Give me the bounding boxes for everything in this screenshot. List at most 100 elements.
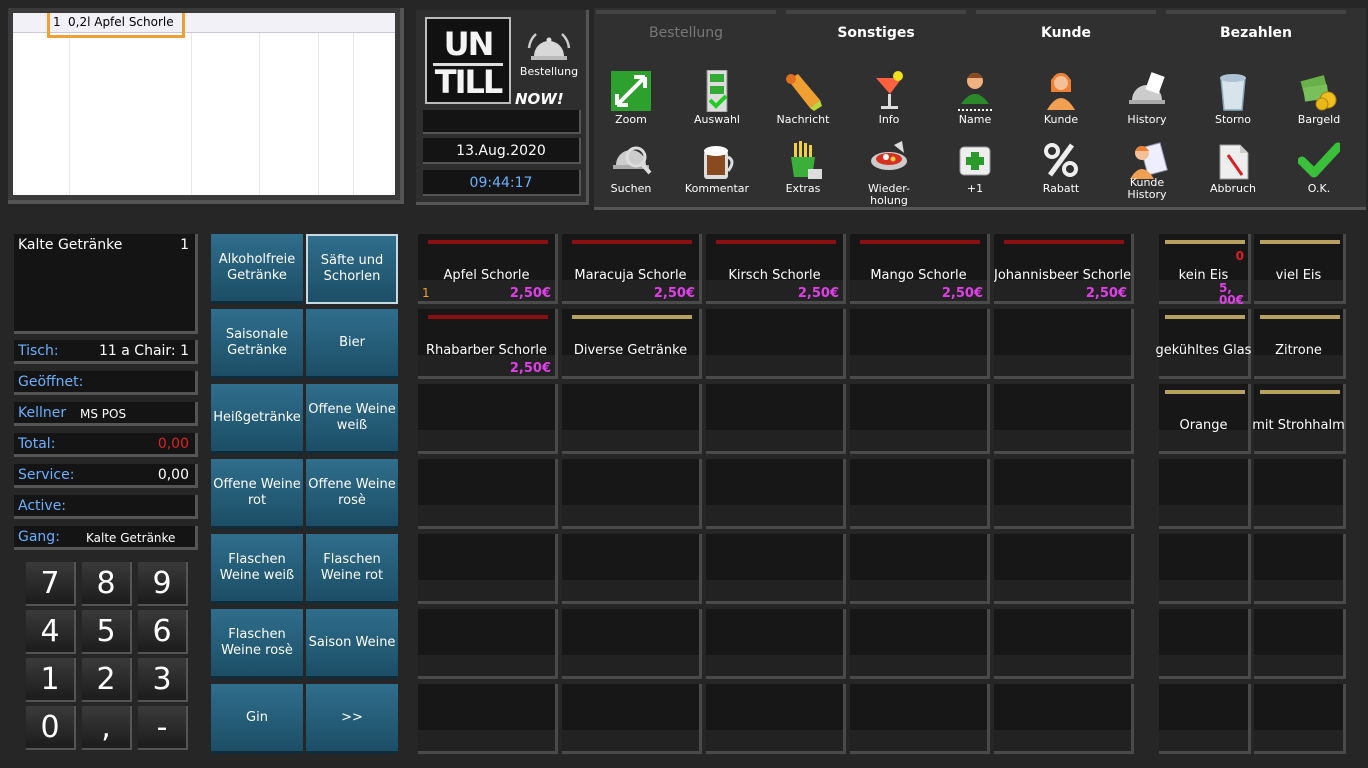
empty-product-slot[interactable] <box>562 684 702 754</box>
empty-extra-slot[interactable] <box>1254 684 1346 754</box>
zoom-button[interactable]: Zoom <box>588 68 674 136</box>
empty-extra-slot[interactable] <box>1159 684 1251 754</box>
wiederholung-button[interactable]: Wieder-holung <box>846 137 932 207</box>
key-comma[interactable]: , <box>82 706 132 750</box>
kunde-history-button[interactable]: Kunde History <box>1104 137 1190 205</box>
ok-button[interactable]: O.K. <box>1276 137 1362 205</box>
category-saison-weine[interactable]: Saison Weine <box>306 609 398 679</box>
empty-product-slot[interactable] <box>994 684 1134 754</box>
empty-product-slot[interactable] <box>562 459 702 529</box>
order-list[interactable]: 1 0,2l Apfel Schorle <box>13 13 395 195</box>
empty-product-slot[interactable] <box>994 534 1134 604</box>
empty-product-slot[interactable] <box>418 534 558 604</box>
rabatt-button[interactable]: Rabatt <box>1018 137 1104 205</box>
nachricht-button[interactable]: Nachricht <box>760 68 846 136</box>
empty-product-slot[interactable] <box>706 309 846 379</box>
product-button[interactable]: Diverse Getränke <box>562 309 702 379</box>
category-heissgetraenke[interactable]: Heißgetränke <box>211 384 303 454</box>
category-offene-weine-rot[interactable]: Offene Weine rot <box>211 459 303 529</box>
key-9[interactable]: 9 <box>138 562 188 606</box>
name-button[interactable]: Name <box>932 68 1018 136</box>
empty-product-slot[interactable] <box>706 459 846 529</box>
tab-bestellung[interactable]: Bestellung <box>596 10 776 42</box>
empty-product-slot[interactable] <box>562 384 702 454</box>
product-button[interactable]: Rhabarber Schorle 2,50€ <box>418 309 558 379</box>
category-gin[interactable]: Gin <box>211 684 303 754</box>
storno-button[interactable]: Storno <box>1190 68 1276 136</box>
empty-product-slot[interactable] <box>850 459 990 529</box>
empty-product-slot[interactable] <box>994 609 1134 679</box>
key-6[interactable]: 6 <box>138 610 188 654</box>
product-button[interactable]: Maracuja Schorle 2,50€ <box>562 234 702 304</box>
product-button[interactable]: Apfel Schorle 1 2,50€ <box>418 234 558 304</box>
empty-product-slot[interactable] <box>562 534 702 604</box>
kunde-button[interactable]: Kunde <box>1018 68 1104 136</box>
category-flaschen-weine-rot[interactable]: Flaschen Weine rot <box>306 534 398 604</box>
empty-product-slot[interactable] <box>850 534 990 604</box>
empty-product-slot[interactable] <box>994 459 1134 529</box>
extra-button[interactable]: Orange <box>1159 384 1251 454</box>
info-button[interactable]: Info <box>846 68 932 136</box>
empty-product-slot[interactable] <box>418 684 558 754</box>
product-price: 2,50€ <box>1085 286 1127 301</box>
key-7[interactable]: 7 <box>26 562 76 606</box>
empty-product-slot[interactable] <box>994 309 1134 379</box>
empty-product-slot[interactable] <box>706 534 846 604</box>
extra-button[interactable]: gekühltes Glas <box>1156 309 1251 379</box>
empty-extra-slot[interactable] <box>1159 609 1251 679</box>
suchen-button[interactable]: Suchen <box>588 137 674 205</box>
empty-extra-slot[interactable] <box>1254 609 1346 679</box>
empty-extra-slot[interactable] <box>1254 534 1346 604</box>
category-alkoholfreie-getraenke[interactable]: Alkoholfreie Getränke <box>211 234 303 304</box>
empty-product-slot[interactable] <box>418 384 558 454</box>
empty-extra-slot[interactable] <box>1159 534 1251 604</box>
empty-product-slot[interactable] <box>706 684 846 754</box>
key-4[interactable]: 4 <box>26 610 76 654</box>
empty-product-slot[interactable] <box>418 609 558 679</box>
category-saefte-und-schorlen[interactable]: Säfte und Schorlen <box>306 234 398 304</box>
auswahl-button[interactable]: Auswahl <box>674 68 760 136</box>
category-flaschen-weine-weiss[interactable]: Flaschen Weine weiß <box>211 534 303 604</box>
empty-product-slot[interactable] <box>850 609 990 679</box>
key-5[interactable]: 5 <box>82 610 132 654</box>
empty-product-slot[interactable] <box>994 384 1134 454</box>
service-bell-icon[interactable] <box>526 28 572 68</box>
empty-product-slot[interactable] <box>850 384 990 454</box>
empty-extra-slot[interactable] <box>1159 459 1251 529</box>
key-8[interactable]: 8 <box>82 562 132 606</box>
category-offene-weine-weiss[interactable]: Offene Weine weiß <box>306 384 398 454</box>
key-minus[interactable]: - <box>138 706 188 750</box>
abbruch-button[interactable]: Abbruch <box>1190 137 1276 205</box>
key-0[interactable]: 0 <box>26 706 76 750</box>
history-button[interactable]: History <box>1104 68 1190 136</box>
empty-product-slot[interactable] <box>850 684 990 754</box>
empty-extra-slot[interactable] <box>1254 459 1346 529</box>
category-saisonale-getraenke[interactable]: Saisonale Getränke <box>211 309 303 379</box>
key-2[interactable]: 2 <box>82 658 132 702</box>
key-3[interactable]: 3 <box>138 658 188 702</box>
empty-product-slot[interactable] <box>706 609 846 679</box>
category-next-page[interactable]: >> <box>306 684 398 754</box>
bargeld-button[interactable]: Bargeld <box>1276 68 1362 136</box>
extra-button[interactable]: viel Eis <box>1254 234 1346 304</box>
key-1[interactable]: 1 <box>26 658 76 702</box>
category-bier[interactable]: Bier <box>306 309 398 379</box>
extras-button[interactable]: Extras <box>760 137 846 205</box>
product-button[interactable]: Johannisbeer Schorle 2,50€ <box>994 234 1134 304</box>
category-offene-weine-rose[interactable]: Offene Weine rosè <box>306 459 398 529</box>
extra-button[interactable]: kein Eis 0 5, 00€ <box>1159 234 1251 306</box>
category-flaschen-weine-rose[interactable]: Flaschen Weine rosè <box>211 609 303 679</box>
extra-button[interactable]: Zitrone <box>1254 309 1346 379</box>
extra-button[interactable]: mit Strohhalm <box>1252 384 1346 454</box>
tab-bezahlen[interactable]: Bezahlen <box>1166 10 1346 42</box>
empty-product-slot[interactable] <box>850 309 990 379</box>
tab-sonstiges[interactable]: Sonstiges <box>786 10 966 42</box>
empty-product-slot[interactable] <box>418 459 558 529</box>
plus-one-button[interactable]: +1 <box>932 137 1018 205</box>
empty-product-slot[interactable] <box>706 384 846 454</box>
kommentar-button[interactable]: Kommentar <box>674 137 760 205</box>
product-button[interactable]: Mango Schorle 2,50€ <box>850 234 990 304</box>
empty-product-slot[interactable] <box>562 609 702 679</box>
tab-kunde[interactable]: Kunde <box>976 10 1156 42</box>
product-button[interactable]: Kirsch Schorle 2,50€ <box>706 234 846 304</box>
